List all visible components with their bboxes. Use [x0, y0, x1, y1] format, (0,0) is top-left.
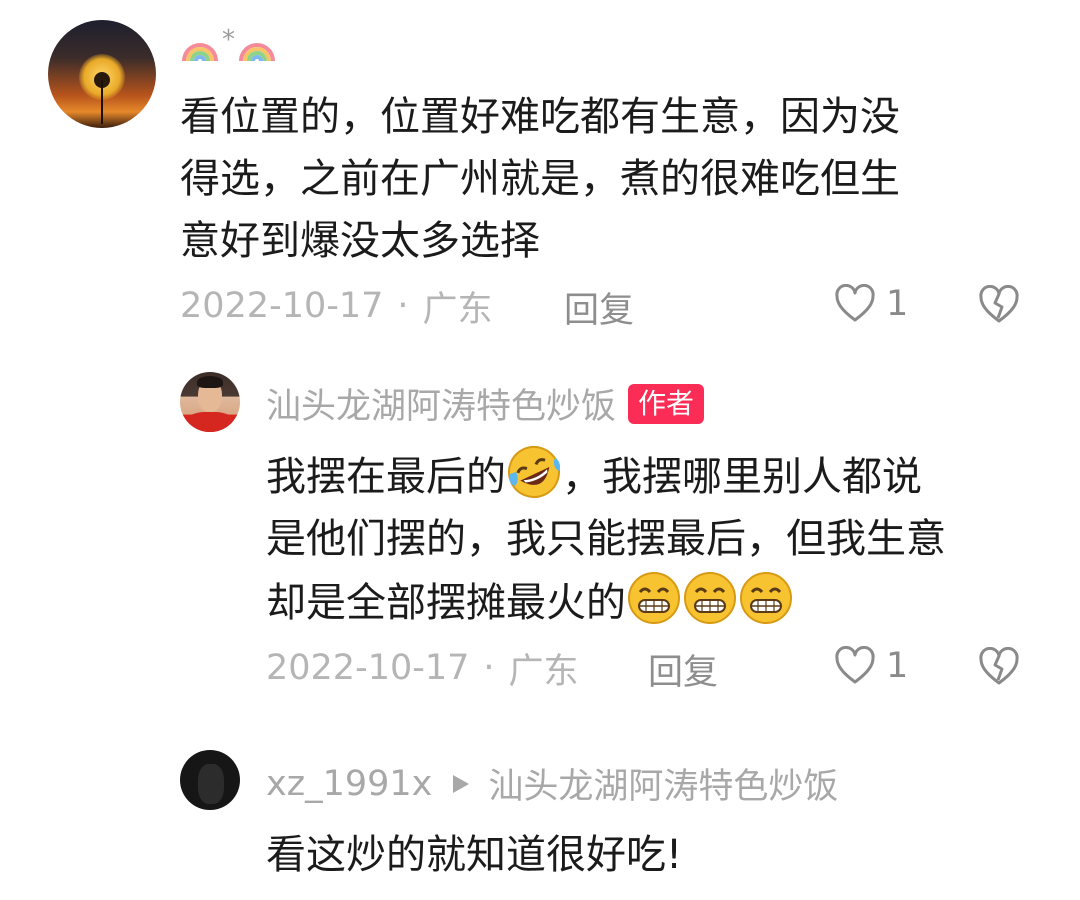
- rainbow-icon: [239, 43, 275, 62]
- grin-emoji-icon: [740, 572, 792, 624]
- reply-text: 看这炒的就知道很好吃!: [266, 832, 683, 878]
- reply-username[interactable]: 汕头龙湖阿涛特色炒饭: [266, 378, 616, 429]
- reply-meta: 2022-10-17 · 广东: [266, 644, 579, 692]
- like-count: 1: [886, 284, 909, 324]
- broken-heart-icon[interactable]: [978, 647, 1020, 687]
- like-button[interactable]: 1: [834, 646, 908, 686]
- reply-text: 我摆在最后的 ，我摆哪里别人都说 是他们摆的，我只能摆最后，但我生意 却是全部摆…: [266, 444, 946, 634]
- comment-date: 2022-10-17: [180, 286, 384, 326]
- reply-username[interactable]: xz_1991x: [266, 764, 432, 804]
- star-glyph: *: [222, 25, 235, 55]
- author-badge: 作者: [628, 383, 705, 424]
- grin-emoji-icon: [684, 572, 736, 624]
- avatar[interactable]: [180, 750, 240, 810]
- grin-emoji-icon: [628, 572, 680, 624]
- heart-outline-icon: [835, 284, 875, 322]
- reply-header: 汕头龙湖阿涛特色炒饭 作者: [266, 378, 705, 429]
- rofl-emoji-icon: [508, 446, 560, 498]
- like-count: 1: [886, 646, 909, 686]
- like-button[interactable]: 1: [834, 284, 908, 324]
- avatar[interactable]: [180, 372, 240, 432]
- triangle-right-icon: [453, 774, 470, 793]
- avatar[interactable]: [48, 20, 156, 128]
- reply-location: 广东: [508, 651, 579, 692]
- comment-meta: 2022-10-17 · 广东: [180, 282, 493, 330]
- reply-header: xz_1991x 汕头龙湖阿涛特色炒饭: [266, 758, 838, 809]
- comment-username[interactable]: *: [180, 24, 277, 70]
- broken-heart-icon[interactable]: [978, 285, 1020, 325]
- reply-button[interactable]: 回复: [564, 282, 634, 333]
- comment-location: 广东: [422, 289, 493, 330]
- heart-outline-icon: [835, 646, 875, 684]
- reply-date: 2022-10-17: [266, 648, 470, 688]
- reply-to-username[interactable]: 汕头龙湖阿涛特色炒饭: [488, 758, 838, 809]
- reply-button[interactable]: 回复: [648, 644, 718, 695]
- comment-text: 看位置的，位置好难吃都有生意，因为没 得选，之前在广州就是，煮的很难吃但生 意好…: [180, 94, 900, 264]
- rainbow-icon: [182, 43, 218, 62]
